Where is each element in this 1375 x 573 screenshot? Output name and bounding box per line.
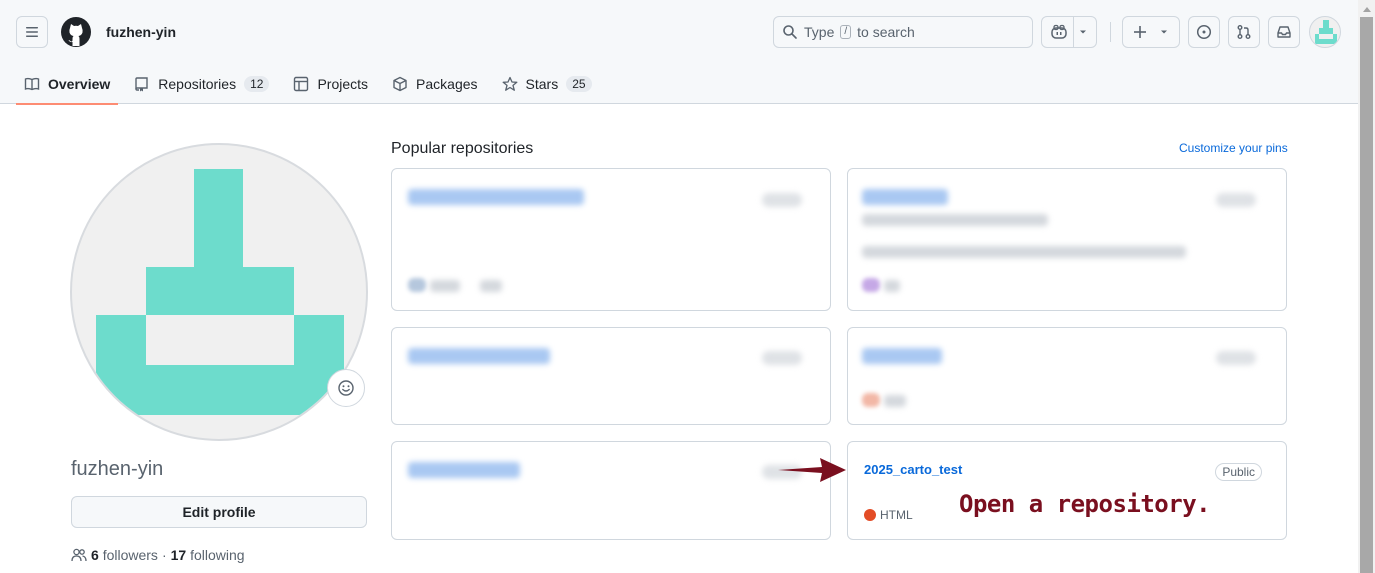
table-icon bbox=[294, 76, 309, 92]
follow-separator: · bbox=[161, 547, 167, 563]
repo-card-blurred[interactable] bbox=[391, 168, 831, 311]
blurred-language bbox=[430, 280, 460, 292]
blurred-badge bbox=[762, 193, 802, 207]
profile-username: fuzhen-yin bbox=[71, 458, 164, 480]
copilot-icon bbox=[1051, 24, 1067, 39]
language-color-dot bbox=[864, 509, 876, 521]
followers-label: followers bbox=[102, 547, 158, 563]
repo-card-blurred[interactable] bbox=[847, 168, 1287, 311]
people-icon bbox=[71, 548, 87, 562]
inbox-icon bbox=[1277, 26, 1291, 38]
search-placeholder-after: to search bbox=[857, 24, 915, 40]
customize-pins-link[interactable]: Customize your pins bbox=[1179, 141, 1288, 155]
blurred-repo-name bbox=[408, 348, 550, 364]
issues-button[interactable] bbox=[1188, 16, 1220, 48]
header-divider bbox=[1110, 22, 1111, 42]
following-link[interactable]: 17 following bbox=[171, 547, 245, 563]
following-count: 17 bbox=[170, 547, 187, 563]
profile-avatar[interactable] bbox=[70, 143, 368, 441]
blurred-badge bbox=[762, 351, 802, 365]
issue-opened-icon bbox=[1196, 24, 1212, 40]
split-divider bbox=[1073, 16, 1074, 48]
pull-requests-button[interactable] bbox=[1228, 16, 1260, 48]
followers-count: 6 bbox=[91, 547, 99, 563]
tab-label: Projects bbox=[317, 76, 369, 92]
blurred-language-dot bbox=[862, 393, 880, 407]
tab-label: Packages bbox=[416, 76, 478, 92]
identicon-icon bbox=[1315, 20, 1337, 44]
caret-up-icon bbox=[1362, 6, 1371, 12]
visibility-badge: Public bbox=[1215, 463, 1262, 481]
search-input[interactable]: Type / to search bbox=[773, 16, 1033, 48]
blurred-description bbox=[862, 214, 1048, 226]
blurred-stars bbox=[480, 280, 502, 292]
repo-card-blurred[interactable] bbox=[847, 327, 1287, 425]
header-username[interactable]: fuzhen-yin bbox=[106, 24, 176, 40]
blurred-repo-name bbox=[408, 189, 584, 205]
followers-link[interactable]: 6 followers bbox=[91, 547, 158, 563]
github-logo-icon[interactable] bbox=[60, 16, 92, 48]
repositories-counter: 12 bbox=[244, 76, 270, 92]
plus-icon bbox=[1134, 26, 1146, 38]
blurred-description bbox=[862, 246, 1186, 258]
tab-label: Overview bbox=[48, 76, 111, 92]
popular-repositories-title: Popular repositories bbox=[391, 140, 534, 157]
tab-label: Repositories bbox=[158, 76, 237, 92]
star-icon bbox=[502, 76, 517, 91]
menu-button[interactable] bbox=[16, 16, 48, 48]
annotation-arrow-icon bbox=[778, 458, 846, 482]
user-avatar[interactable] bbox=[1309, 16, 1341, 48]
repo-icon bbox=[135, 77, 148, 92]
chevron-down-icon bbox=[1080, 30, 1086, 34]
create-new-button[interactable] bbox=[1122, 16, 1180, 48]
following-label: following bbox=[190, 547, 245, 563]
blurred-language-dot bbox=[408, 278, 426, 292]
book-icon bbox=[24, 77, 40, 91]
blurred-repo-name bbox=[408, 462, 520, 478]
scroll-up-button[interactable] bbox=[1358, 0, 1375, 17]
git-pull-request-icon bbox=[1237, 25, 1251, 39]
scrollbar-thumb[interactable] bbox=[1360, 17, 1373, 573]
language-label: HTML bbox=[880, 508, 913, 522]
identicon-icon bbox=[96, 169, 344, 415]
repo-card-blurred[interactable] bbox=[391, 441, 831, 540]
blurred-language-dot bbox=[862, 278, 880, 292]
search-placeholder-before: Type bbox=[804, 24, 835, 40]
annotation-text: Open a repository. bbox=[959, 490, 1211, 518]
tab-projects[interactable]: Projects bbox=[285, 64, 376, 104]
tab-stars[interactable]: Stars 25 bbox=[494, 64, 600, 104]
set-status-button[interactable] bbox=[327, 369, 365, 407]
blurred-language bbox=[884, 280, 900, 292]
chevron-down-icon bbox=[1161, 30, 1167, 34]
repo-card-blurred[interactable] bbox=[391, 327, 831, 425]
blurred-repo-name bbox=[862, 348, 942, 364]
tab-packages[interactable]: Packages bbox=[384, 64, 485, 104]
repo-language: HTML bbox=[864, 508, 913, 522]
blurred-language bbox=[884, 395, 906, 407]
blurred-badge bbox=[1216, 351, 1256, 365]
smiley-icon bbox=[338, 380, 354, 396]
blurred-badge bbox=[1216, 193, 1256, 207]
inbox-button[interactable] bbox=[1268, 16, 1300, 48]
app-header: fuzhen-yin Type / to search Overview Rep… bbox=[0, 0, 1358, 105]
search-shortcut-key: / bbox=[840, 25, 852, 39]
profile-tabs: Overview Repositories 12 Projects Packag… bbox=[16, 64, 608, 105]
tab-repositories[interactable]: Repositories 12 bbox=[126, 64, 277, 104]
tab-overview[interactable]: Overview bbox=[16, 64, 119, 105]
stars-counter: 25 bbox=[566, 76, 592, 92]
hamburger-icon bbox=[26, 27, 38, 37]
tab-label: Stars bbox=[525, 76, 559, 92]
follow-stats: 6 followers · 17 following bbox=[71, 547, 245, 563]
blurred-repo-name bbox=[862, 189, 948, 205]
search-icon bbox=[783, 25, 797, 39]
repo-name-link[interactable]: 2025_carto_test bbox=[864, 462, 962, 477]
package-icon bbox=[393, 76, 407, 92]
copilot-button[interactable] bbox=[1041, 16, 1097, 48]
edit-profile-button[interactable]: Edit profile bbox=[71, 496, 367, 528]
